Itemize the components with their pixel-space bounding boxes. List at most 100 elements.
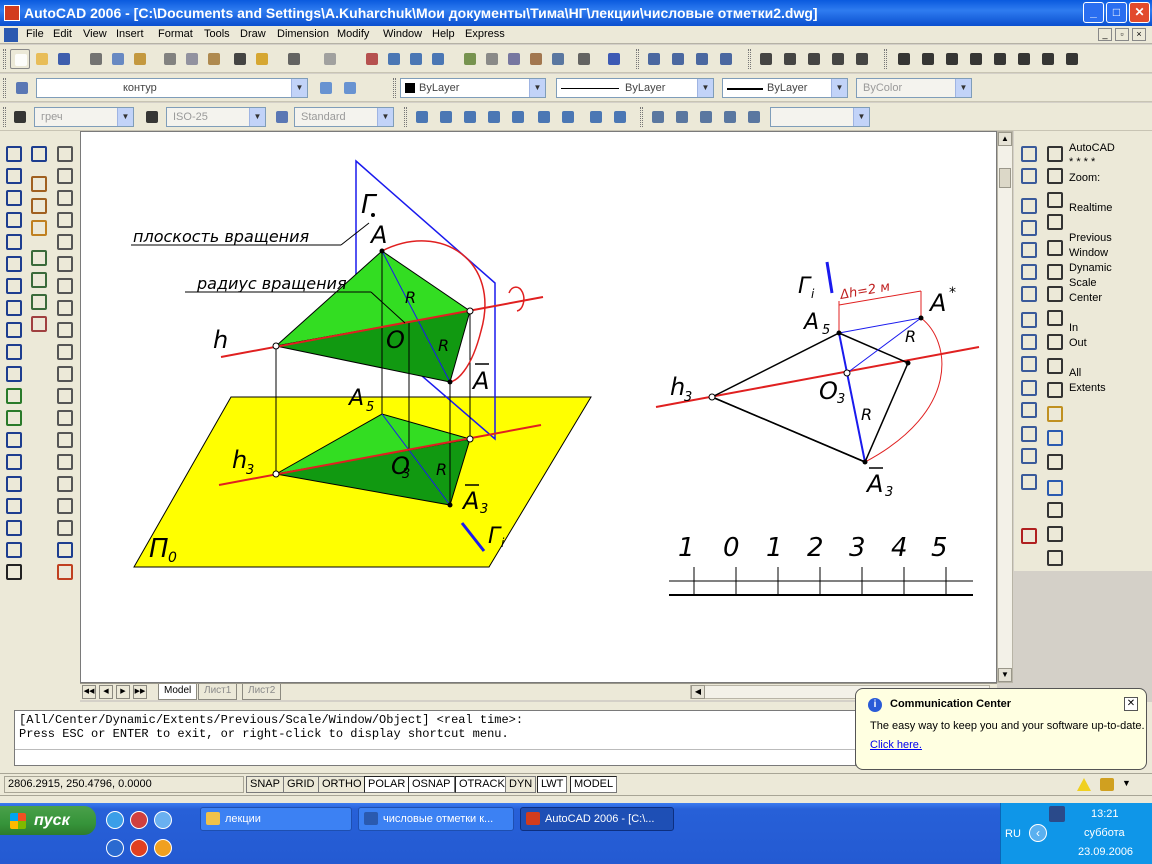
tray-expand-icon[interactable]: ‹ bbox=[1029, 824, 1047, 842]
chevron-down-icon[interactable]: ▼ bbox=[529, 79, 545, 97]
menu-tools[interactable]: Tools bbox=[204, 28, 230, 40]
first-tab-icon[interactable]: ◀◀ bbox=[82, 685, 96, 699]
coordinate-display[interactable]: 2806.2915, 250.4796, 0.0000 bbox=[4, 776, 244, 793]
toolbar-grip[interactable] bbox=[884, 49, 887, 69]
ellipse-icon[interactable] bbox=[1, 339, 23, 361]
text-find-icon[interactable] bbox=[942, 49, 962, 69]
osnap-parallel-icon[interactable] bbox=[1016, 351, 1038, 373]
layer-freeze-icon[interactable] bbox=[26, 289, 48, 311]
hatch-icon[interactable] bbox=[1, 449, 23, 471]
status-menu-icon[interactable]: ▼ bbox=[1122, 778, 1131, 788]
zoom-option-dynamic[interactable]: Dynamic bbox=[1069, 262, 1112, 274]
osnap-settings-icon[interactable] bbox=[1016, 469, 1038, 491]
color-select[interactable]: ByLayer ▼ bbox=[400, 78, 546, 98]
zoom-window-icon[interactable] bbox=[412, 107, 432, 127]
rectangle-icon[interactable] bbox=[1, 229, 23, 251]
dim-linear-side-icon[interactable] bbox=[1042, 141, 1064, 163]
model-toggle[interactable]: MODEL bbox=[570, 776, 618, 793]
osnap-apparent-icon[interactable] bbox=[1016, 215, 1038, 237]
layer-isolate-icon[interactable] bbox=[26, 267, 48, 289]
dim-arc-icon[interactable] bbox=[804, 49, 824, 69]
task-word[interactable]: числовые отметки к... bbox=[358, 807, 514, 831]
otrack-toggle[interactable]: OTRACK bbox=[455, 776, 509, 793]
menu-insert[interactable]: Insert bbox=[116, 28, 144, 40]
osnap-magnet-icon[interactable] bbox=[1016, 523, 1038, 545]
doc-minimize-button[interactable]: _ bbox=[1098, 28, 1112, 41]
dim-radius-side-icon[interactable] bbox=[1042, 235, 1064, 257]
multiline-text-icon[interactable] bbox=[1, 559, 23, 581]
text-edit-icon[interactable] bbox=[918, 49, 938, 69]
cut-icon[interactable] bbox=[160, 49, 180, 69]
properties-icon[interactable] bbox=[460, 49, 480, 69]
dim-radius-icon[interactable] bbox=[852, 49, 872, 69]
viewport-scale-select[interactable]: ▼ bbox=[770, 107, 870, 127]
dim-update-side-icon[interactable] bbox=[1042, 521, 1064, 543]
tab-sheet1[interactable]: Лист1 bbox=[198, 684, 238, 700]
gradient-icon[interactable] bbox=[1, 471, 23, 493]
zoom-option-scale[interactable]: Scale bbox=[1069, 277, 1097, 289]
polygonal-viewport-icon[interactable] bbox=[696, 107, 716, 127]
start-button[interactable]: пуск bbox=[0, 806, 96, 835]
undo-icon[interactable] bbox=[284, 49, 304, 69]
dim-diameter-side-icon[interactable] bbox=[1042, 281, 1064, 303]
dim-aligned-side-icon[interactable] bbox=[1042, 163, 1064, 185]
block-editor-icon[interactable] bbox=[252, 49, 272, 69]
zoom-option-realtime[interactable]: Realtime bbox=[1069, 202, 1112, 214]
design-center-icon[interactable] bbox=[482, 49, 502, 69]
break-at-point-icon[interactable] bbox=[52, 383, 74, 405]
fillet-icon[interactable] bbox=[52, 471, 74, 493]
dim-arc-side-icon[interactable] bbox=[1042, 187, 1064, 209]
point-icon[interactable] bbox=[1, 427, 23, 449]
text-style-icon[interactable] bbox=[10, 107, 30, 127]
zoom-option-all[interactable]: All bbox=[1069, 367, 1081, 379]
toolbar-grip[interactable] bbox=[3, 78, 6, 98]
polyline-icon[interactable] bbox=[1, 185, 23, 207]
dyn-toggle[interactable]: DYN bbox=[505, 776, 537, 793]
dimension-edit-icon[interactable] bbox=[52, 537, 74, 559]
publish-icon[interactable] bbox=[130, 49, 150, 69]
task-folder[interactable]: лекции bbox=[200, 807, 352, 831]
text-justify-icon[interactable] bbox=[1014, 49, 1034, 69]
ellipse-arc-icon[interactable] bbox=[1, 361, 23, 383]
osnap-node-icon[interactable] bbox=[1016, 397, 1038, 419]
break-icon[interactable] bbox=[52, 405, 74, 427]
zoom-previous-icon[interactable] bbox=[428, 49, 448, 69]
language-indicator[interactable]: RU bbox=[1005, 828, 1021, 840]
zoom-option-extents[interactable]: Extents bbox=[1069, 382, 1106, 394]
copy-icon[interactable] bbox=[182, 49, 202, 69]
draw-order-front-icon[interactable] bbox=[644, 49, 664, 69]
dim-aligned-icon[interactable] bbox=[780, 49, 800, 69]
scroll-left-icon[interactable]: ◀ bbox=[691, 685, 705, 699]
plot-icon[interactable] bbox=[86, 49, 106, 69]
scroll-down-icon[interactable]: ▼ bbox=[998, 668, 1012, 682]
dim-ordinate-icon[interactable] bbox=[828, 49, 848, 69]
layer-select[interactable]: контур ▼ bbox=[36, 78, 308, 98]
rotate-icon[interactable] bbox=[52, 273, 74, 295]
osnap-extension-icon[interactable] bbox=[1016, 237, 1038, 259]
trim-icon[interactable] bbox=[52, 339, 74, 361]
viewport-icon[interactable] bbox=[648, 107, 668, 127]
toolbar-grip[interactable] bbox=[404, 107, 407, 127]
zoom-in-icon[interactable] bbox=[534, 107, 554, 127]
layer-manager-icon[interactable] bbox=[12, 78, 32, 98]
tab-sheet2[interactable]: Лист2 bbox=[242, 684, 282, 700]
draw-order-above-icon[interactable] bbox=[692, 49, 712, 69]
erase-icon[interactable] bbox=[26, 311, 48, 333]
minimize-button[interactable]: _ bbox=[1083, 2, 1104, 23]
zoom-option-center[interactable]: Center bbox=[1069, 292, 1102, 304]
drawing-canvas[interactable]: плоскость вращения радиус вращения Г A R… bbox=[80, 131, 997, 683]
copy-object-icon[interactable] bbox=[52, 163, 74, 185]
scroll-up-icon[interactable]: ▲ bbox=[998, 132, 1012, 146]
zoom-option-out[interactable]: Out bbox=[1069, 337, 1087, 349]
osnap-toggle[interactable]: OSNAP bbox=[408, 776, 455, 793]
block-attribute-icon[interactable] bbox=[26, 215, 48, 237]
dim-linear-icon[interactable] bbox=[756, 49, 776, 69]
zoom-window-icon[interactable] bbox=[406, 49, 426, 69]
scale-icon[interactable] bbox=[52, 295, 74, 317]
text-mtext-icon[interactable] bbox=[1062, 49, 1082, 69]
osnap-none-icon[interactable] bbox=[1016, 443, 1038, 465]
convert-viewport-icon[interactable] bbox=[720, 107, 740, 127]
redo-icon[interactable] bbox=[320, 49, 340, 69]
toolbar-grip[interactable] bbox=[393, 78, 396, 98]
revision-cloud-icon[interactable] bbox=[1, 295, 23, 317]
